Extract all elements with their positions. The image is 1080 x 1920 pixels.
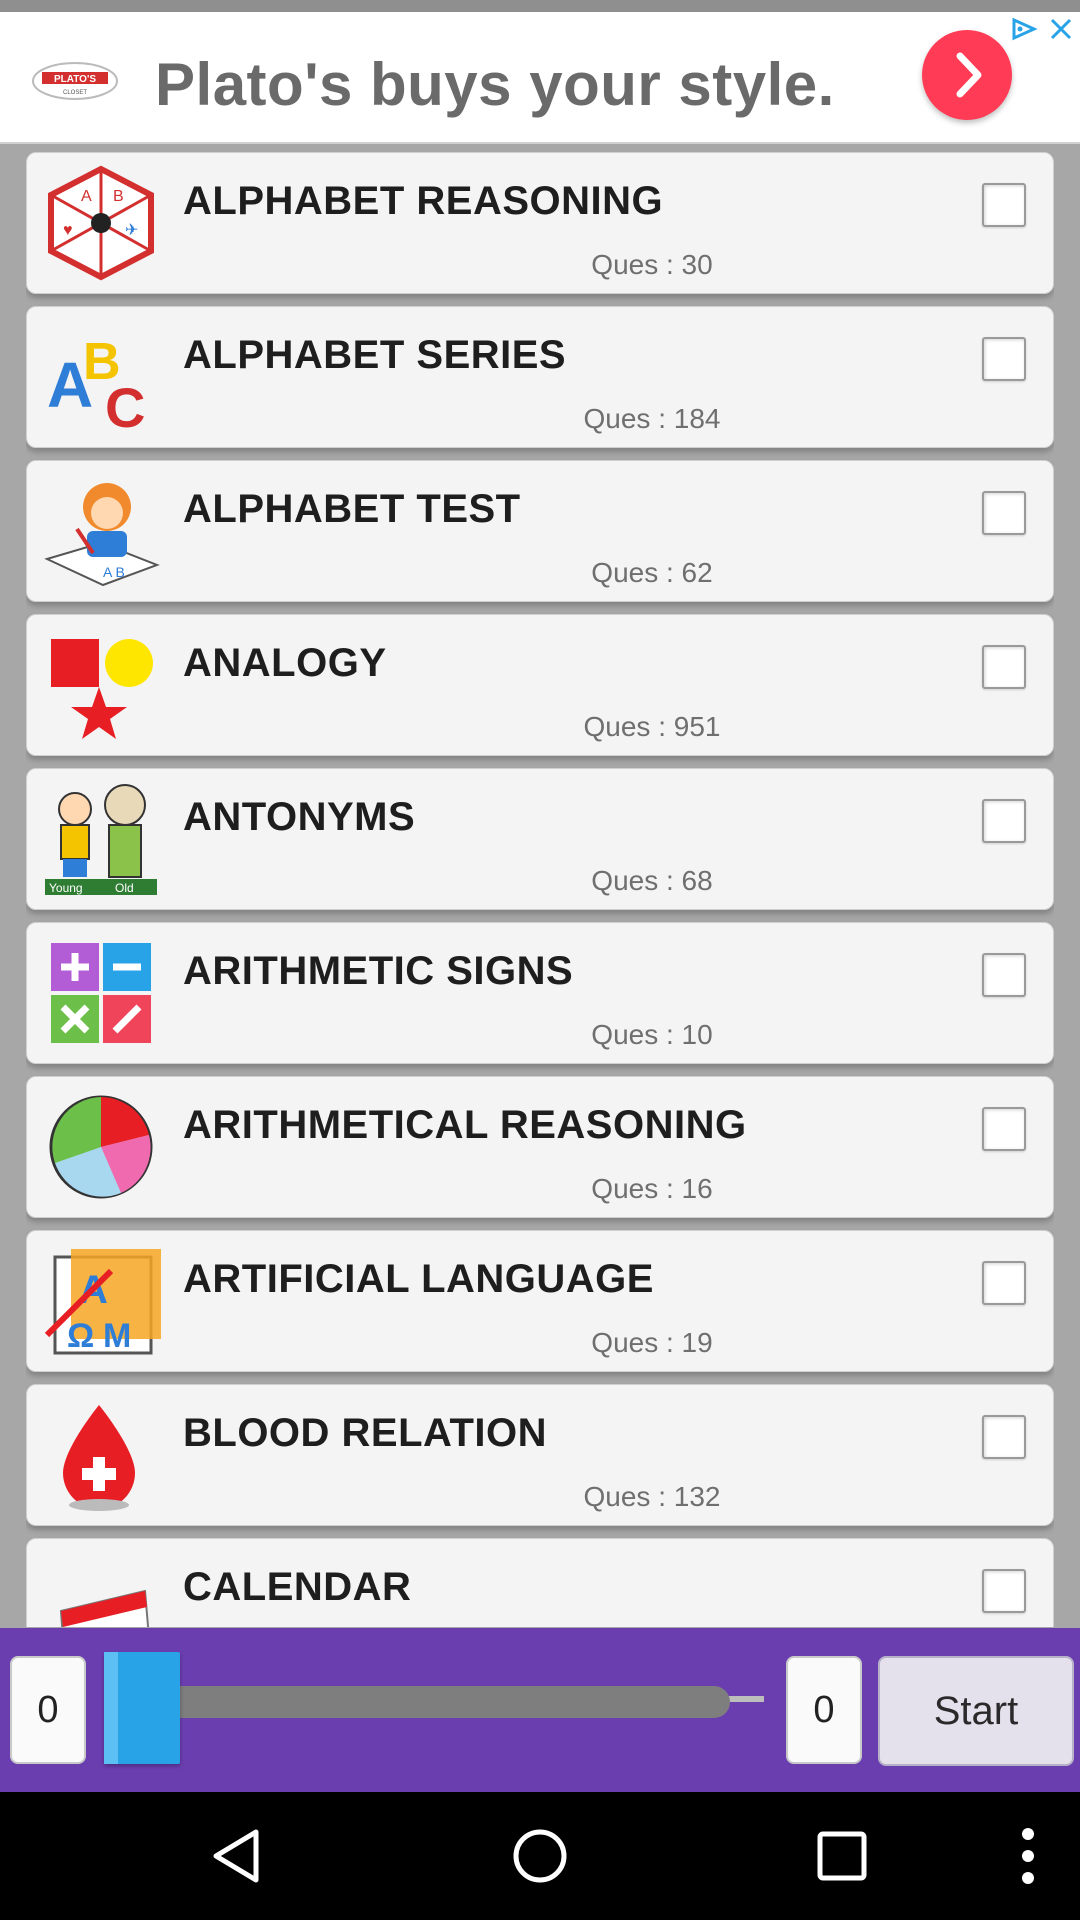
ad-banner[interactable]: PLATO'S CLOSET Plato's buys your style. [0,12,1080,144]
calendar-icon [59,1589,150,1627]
svg-text:✈: ✈ [125,222,138,239]
svg-text:A B: A B [103,564,125,580]
language-letters-icon: A Ω M [44,1249,161,1355]
list-item[interactable]: ARITHMETICAL REASONING Ques : 16 [26,1076,1054,1218]
item-title: ANALOGY [183,641,387,685]
list-item[interactable]: A Ω M ARTIFICIAL LANGUAGE Ques : 19 [26,1230,1054,1372]
close-icon[interactable] [1046,14,1076,44]
svg-text:PLATO'S: PLATO'S [54,74,96,85]
child-writing-icon: A B [44,483,160,587]
svg-text:Old: Old [115,881,134,895]
item-checkbox[interactable] [982,337,1026,381]
list-item[interactable]: CALENDAR [26,1538,1054,1627]
item-checkbox[interactable] [982,1261,1026,1305]
item-question-count: Ques : 19 [591,1327,713,1358]
recents-square-icon[interactable] [802,1816,882,1896]
abc-letters-icon: A B C [47,333,145,435]
slider-thumb-highlight [104,1652,118,1764]
svg-text:CLOSET: CLOSET [63,90,87,96]
platos-logo-icon: PLATO'S CLOSET [32,62,118,100]
max-count-field[interactable]: 0 [786,1656,862,1764]
puzzle-alphabet-icon: A B ✈ ♥ [48,165,154,281]
item-question-count: Ques : 16 [591,1173,713,1204]
item-checkbox[interactable] [982,645,1026,689]
home-circle-icon[interactable] [500,1816,580,1896]
item-title: CALENDAR [183,1565,412,1609]
item-title: ALPHABET REASONING [183,179,664,223]
status-bar [0,0,1080,12]
start-button[interactable]: Start [878,1656,1074,1766]
item-checkbox[interactable] [982,1415,1026,1459]
item-question-count: Ques : 951 [583,711,721,742]
list-item[interactable]: BLOOD RELATION Ques : 132 [26,1384,1054,1526]
navigation-bar [0,1792,1080,1920]
item-question-count: Ques : 184 [583,403,721,434]
min-count-field[interactable]: 0 [10,1656,86,1764]
item-question-count: Ques : 30 [591,249,713,280]
svg-text:M: M [103,1317,131,1355]
svg-text:C: C [105,376,145,435]
list-item[interactable]: A B C ALPHABET SERIES Ques : 184 [26,306,1054,448]
item-question-count: Ques : 10 [591,1019,713,1050]
blood-drop-icon [63,1405,135,1511]
slider-fill[interactable] [150,1686,730,1718]
item-checkbox[interactable] [982,183,1026,227]
ad-text[interactable]: Plato's buys your style. [155,50,835,119]
item-title: ALPHABET TEST [183,487,521,531]
item-checkbox[interactable] [982,1569,1026,1613]
shapes-icon [51,639,153,739]
list-item[interactable]: ARITHMETIC SIGNS Ques : 10 [26,922,1054,1064]
svg-text:Ω: Ω [67,1317,94,1355]
control-bar: 0 0 Start [0,1628,1080,1792]
item-checkbox[interactable] [982,799,1026,843]
list-item[interactable]: A B ALPHABET TEST Ques : 62 [26,460,1054,602]
math-signs-icon [51,943,151,1043]
item-checkbox[interactable] [982,953,1026,997]
pie-chart-icon [49,1095,153,1199]
item-question-count: Ques : 62 [591,557,713,588]
svg-text:Young: Young [49,881,83,895]
item-title: ANTONYMS [183,795,416,839]
more-vert-icon[interactable] [988,1816,1068,1896]
item-checkbox[interactable] [982,491,1026,535]
ad-choices-icon[interactable] [1006,14,1040,44]
item-title: ARITHMETIC SIGNS [183,949,574,993]
item-title: BLOOD RELATION [183,1411,548,1455]
item-title: ALPHABET SERIES [183,333,567,377]
item-title: ARITHMETICAL REASONING [183,1103,747,1147]
svg-text:A: A [81,188,92,205]
svg-text:B: B [113,188,124,205]
young-old-icon: Young Old [45,784,157,895]
topic-list[interactable]: A B ✈ ♥ ALPHABET REASONING Ques : 30 A B… [26,152,1054,1627]
back-triangle-icon[interactable] [198,1816,278,1896]
item-question-count: Ques : 68 [591,865,713,896]
item-checkbox[interactable] [982,1107,1026,1151]
svg-text:♥: ♥ [63,222,73,239]
item-title: ARTIFICIAL LANGUAGE [183,1257,654,1301]
item-question-count: Ques : 132 [583,1481,721,1512]
arrow-right-icon[interactable] [922,30,1012,120]
list-item[interactable]: Young Old ANTONYMS Ques : 68 [26,768,1054,910]
list-item[interactable]: A B ✈ ♥ ALPHABET REASONING Ques : 30 [26,152,1054,294]
list-item[interactable]: ANALOGY Ques : 951 [26,614,1054,756]
